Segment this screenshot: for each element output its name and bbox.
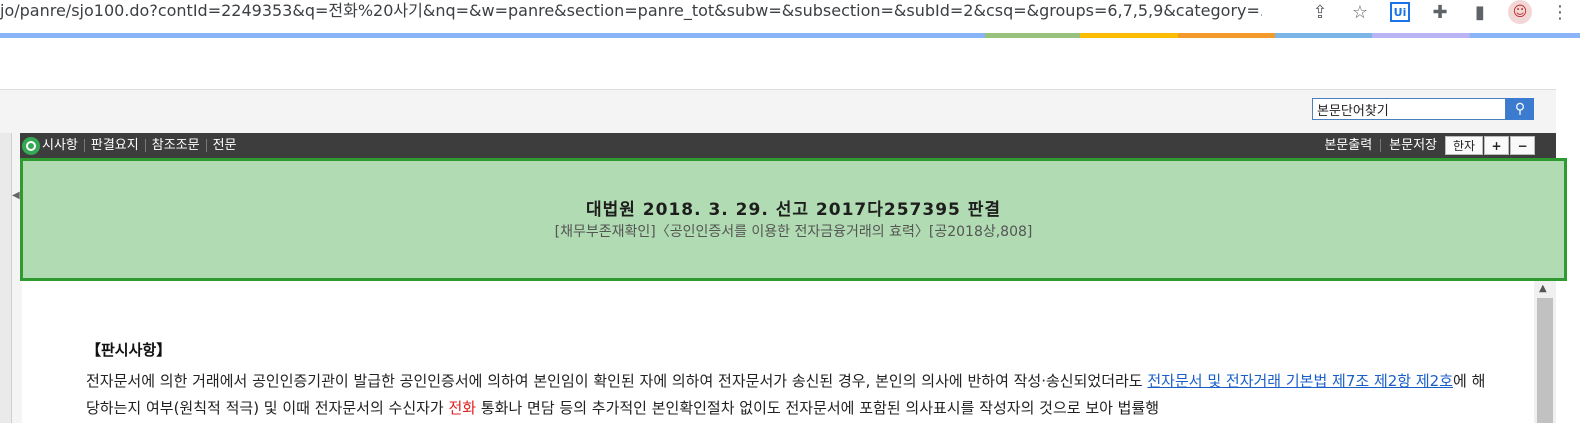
toolbar-actions: 본문출력 본문저장 한자 + −: [1316, 133, 1556, 158]
strip-segment: [0, 33, 985, 38]
body-search: ⚲: [1312, 98, 1534, 120]
star-icon[interactable]: ☆: [1340, 0, 1380, 24]
left-rail[interactable]: [0, 133, 12, 423]
print-button[interactable]: 본문출력: [1316, 139, 1382, 152]
paragraph-text: 전자문서에 의한 거래에서 공인인증기관이 발급한 공인인증서에 의하여 본인임…: [86, 372, 1148, 390]
body-search-input[interactable]: [1312, 98, 1506, 120]
strip-segment: [1372, 33, 1470, 38]
case-header: 대법원 2018. 3. 29. 선고 2017다257395 판결 [채무부존…: [20, 158, 1567, 281]
tab-references[interactable]: 참조조문: [146, 139, 207, 152]
share-icon[interactable]: ⇪: [1300, 0, 1340, 24]
zoom-out-button[interactable]: −: [1510, 136, 1535, 155]
collapse-arrow-icon[interactable]: ◀: [12, 190, 20, 201]
save-button[interactable]: 본문저장: [1381, 139, 1445, 152]
profile-avatar-icon[interactable]: ☺: [1500, 0, 1540, 24]
tab-summary[interactable]: 판결요지: [85, 139, 146, 152]
search-highlight: 전화: [448, 399, 477, 417]
case-toolbar: 시사항 판결요지 참조조문 전문 본문출력 본문저장 한자 + −: [20, 133, 1556, 158]
ui-badge: Ui: [1390, 2, 1410, 22]
uipath-extension-icon[interactable]: Ui: [1380, 0, 1420, 24]
holding-paragraph: 전자문서에 의한 거래에서 공인인증기관이 발급한 공인인증서에 의하여 본인임…: [86, 368, 1498, 422]
paragraph-text: 통화나 면담 등의 추가적인 본인확인절차 없이도 전자문서에 포함된 의사표시…: [476, 399, 1160, 417]
browser-address-bar: jo/panre/sjo100.do?contId=2249353&q=전화%2…: [0, 0, 1580, 34]
section-heading: 【판시사항】: [86, 341, 172, 359]
strip-segment: [1178, 33, 1275, 38]
strip-segment: [1275, 33, 1372, 38]
target-icon: [22, 136, 40, 155]
avatar: ☺: [1508, 0, 1532, 24]
puzzle-extensions-icon[interactable]: ✚: [1420, 0, 1460, 24]
side-panel-icon[interactable]: ▮: [1460, 0, 1500, 24]
statute-link[interactable]: 전자문서 및 전자거래 기본법 제7조 제2항 제2호: [1147, 372, 1453, 390]
case-subtitle: [채무부존재확인]〈공인인증서를 이용한 전자금융거래의 효력〉[공2018상,…: [554, 224, 1033, 240]
more-menu-icon[interactable]: ⋮: [1540, 0, 1580, 24]
case-title: 대법원 2018. 3. 29. 선고 2017다257395 판결: [585, 200, 1002, 220]
tab-full-text[interactable]: 전문: [207, 139, 243, 152]
strip-segment: [1470, 33, 1580, 38]
scroll-thumb[interactable]: [1537, 298, 1553, 423]
tab-holding[interactable]: 시사항: [40, 139, 85, 152]
strip-segment: [985, 33, 1080, 38]
url-field[interactable]: jo/panre/sjo100.do?contId=2249353&q=전화%2…: [0, 0, 1262, 34]
zoom-in-button[interactable]: +: [1484, 136, 1509, 155]
search-button[interactable]: ⚲: [1506, 98, 1534, 120]
scroll-up-arrow-icon[interactable]: ▲: [1539, 283, 1547, 294]
section-tabs: 시사항 판결요지 참조조문 전문: [20, 133, 243, 158]
hanja-button[interactable]: 한자: [1445, 136, 1483, 155]
search-icon: ⚲: [1514, 101, 1526, 117]
browser-toolbar-icons: ⇪ ☆ Ui ✚ ▮ ☺ ⋮: [1300, 0, 1580, 24]
strip-segment: [1080, 33, 1178, 38]
